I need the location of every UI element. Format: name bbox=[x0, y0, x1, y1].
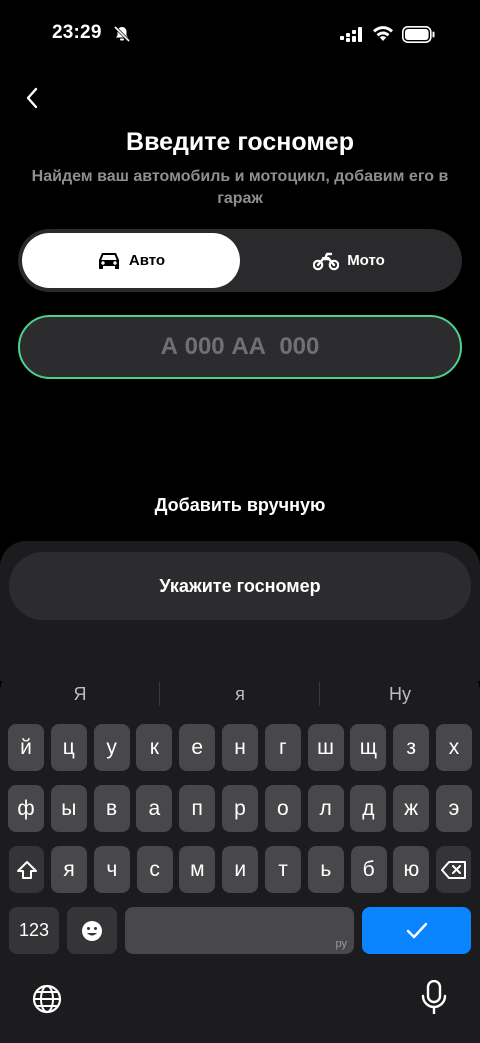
plate-number-input[interactable] bbox=[20, 333, 460, 361]
tab-moto[interactable]: Мото bbox=[240, 233, 458, 288]
key-н[interactable]: н bbox=[222, 724, 258, 771]
tab-auto[interactable]: Авто bbox=[22, 233, 240, 288]
status-bar: 23:29 bbox=[0, 0, 480, 70]
microphone-icon[interactable] bbox=[421, 980, 447, 1016]
enter-plate-button[interactable]: Укажите госномер bbox=[9, 552, 471, 620]
back-button[interactable] bbox=[18, 84, 46, 112]
key-ц[interactable]: ц bbox=[50, 724, 87, 771]
suggestion-item[interactable]: я bbox=[160, 676, 320, 712]
key-ю[interactable]: ю bbox=[393, 846, 430, 893]
key-й[interactable]: й bbox=[8, 724, 44, 771]
bottom-sheet: Укажите госномер bbox=[0, 541, 480, 681]
key-я[interactable]: я bbox=[51, 846, 87, 893]
keyboard: Я я Ну йцукенгшщзх фывапролджэ ячсмитьбю… bbox=[0, 666, 480, 1043]
space-key[interactable]: ру bbox=[125, 907, 354, 954]
key-ш[interactable]: ш bbox=[307, 724, 344, 771]
emoji-icon bbox=[82, 920, 102, 941]
key-у[interactable]: у bbox=[93, 724, 130, 771]
suggestion-bar: Я я Ну bbox=[0, 676, 480, 712]
plate-number-field[interactable] bbox=[18, 315, 462, 379]
key-к[interactable]: к bbox=[136, 724, 173, 771]
key-е[interactable]: е bbox=[179, 724, 216, 771]
backspace-icon bbox=[440, 860, 466, 879]
key-б[interactable]: б bbox=[350, 846, 387, 893]
key-з[interactable]: з bbox=[393, 724, 430, 771]
key-г[interactable]: г bbox=[264, 724, 301, 771]
shift-key[interactable] bbox=[9, 846, 44, 893]
suggestion-item[interactable]: Я bbox=[0, 676, 160, 712]
wifi-icon bbox=[373, 26, 393, 41]
key-с[interactable]: с bbox=[136, 846, 173, 893]
emoji-key[interactable] bbox=[67, 907, 117, 954]
key-в[interactable]: в bbox=[93, 785, 130, 832]
vehicle-type-selector: Авто Мото bbox=[18, 229, 462, 292]
tab-moto-label: Мото bbox=[347, 252, 385, 269]
key-п[interactable]: п bbox=[179, 785, 216, 832]
key-ы[interactable]: ы bbox=[50, 785, 87, 832]
key-м[interactable]: м bbox=[179, 846, 216, 893]
bell-muted-icon bbox=[113, 25, 131, 43]
page-title: Введите госномер bbox=[126, 128, 354, 156]
key-ж[interactable]: ж bbox=[393, 785, 430, 832]
backspace-key[interactable] bbox=[436, 846, 471, 893]
key-и[interactable]: и bbox=[222, 846, 259, 893]
shift-icon bbox=[16, 860, 37, 879]
key-д[interactable]: д bbox=[350, 785, 387, 832]
numbers-key[interactable]: 123 bbox=[9, 907, 59, 954]
key-х[interactable]: х bbox=[436, 724, 472, 771]
key-т[interactable]: т bbox=[265, 846, 301, 893]
battery-icon bbox=[402, 26, 435, 43]
signal-icon bbox=[340, 27, 362, 42]
key-ь[interactable]: ь bbox=[307, 846, 344, 893]
key-э[interactable]: э bbox=[436, 785, 472, 832]
tab-auto-label: Авто bbox=[128, 252, 166, 269]
chevron-left-icon bbox=[26, 87, 38, 109]
status-time: 23:29 bbox=[52, 22, 102, 43]
key-о[interactable]: о bbox=[264, 785, 301, 832]
suggestion-item[interactable]: Ну bbox=[320, 676, 480, 712]
key-ч[interactable]: ч bbox=[93, 846, 130, 893]
motorcycle-icon bbox=[313, 252, 340, 270]
checkmark-icon bbox=[406, 922, 427, 938]
globe-icon[interactable] bbox=[31, 983, 63, 1015]
key-ф[interactable]: ф bbox=[8, 785, 44, 832]
key-р[interactable]: р bbox=[222, 785, 258, 832]
page-subtitle: Найдем ваш автомобиль и мотоцикл, добави… bbox=[31, 168, 449, 207]
key-л[interactable]: л bbox=[307, 785, 344, 832]
key-щ[interactable]: щ bbox=[350, 724, 387, 771]
enter-key[interactable] bbox=[362, 907, 471, 954]
car-icon bbox=[98, 252, 119, 269]
add-manually-link[interactable]: Добавить вручную bbox=[0, 495, 480, 516]
keyboard-language-label: ру bbox=[335, 938, 348, 950]
key-а[interactable]: а bbox=[136, 785, 173, 832]
